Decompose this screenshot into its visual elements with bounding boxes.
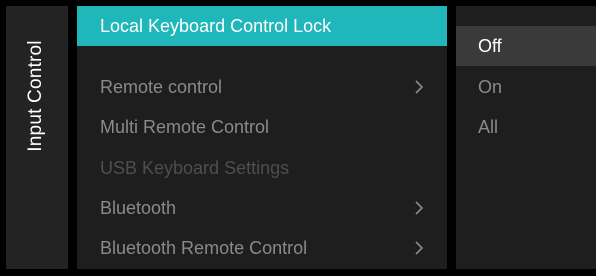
- options-panel: Off On All: [456, 6, 596, 269]
- category-title: Input Control: [25, 40, 46, 152]
- tv-settings-screen: Input Control Local Keyboard Control Loc…: [0, 0, 596, 276]
- chevron-right-icon: [413, 228, 425, 268]
- option-label: Off: [478, 36, 502, 56]
- settings-menu: Local Keyboard Control Lock Remote contr…: [77, 6, 447, 269]
- menu-item-usb-keyboard-settings: USB Keyboard Settings: [77, 148, 447, 188]
- menu-item-label: Multi Remote Control: [100, 117, 270, 137]
- option-on[interactable]: On: [456, 67, 596, 107]
- option-all[interactable]: All: [456, 107, 596, 147]
- option-label: All: [478, 117, 499, 137]
- menu-item-local-keyboard-control-lock[interactable]: Local Keyboard Control Lock: [77, 6, 447, 46]
- option-label: On: [478, 77, 503, 97]
- chevron-right-icon: [413, 188, 425, 228]
- menu-item-remote-control[interactable]: Remote control: [77, 67, 447, 107]
- menu-item-multi-remote-control[interactable]: Multi Remote Control: [77, 107, 447, 147]
- menu-item-bluetooth[interactable]: Bluetooth: [77, 188, 447, 228]
- menu-item-label: Bluetooth Remote Control: [100, 238, 308, 258]
- chevron-right-icon: [413, 67, 425, 107]
- menu-item-label: USB Keyboard Settings: [100, 158, 290, 178]
- menu-item-label: Remote control: [100, 77, 223, 97]
- category-side-panel: Input Control: [6, 6, 68, 269]
- menu-item-bluetooth-remote-control[interactable]: Bluetooth Remote Control: [77, 228, 447, 268]
- option-off[interactable]: Off: [456, 26, 596, 66]
- menu-item-label: Local Keyboard Control Lock: [100, 16, 332, 36]
- menu-item-label: Bluetooth: [100, 198, 177, 218]
